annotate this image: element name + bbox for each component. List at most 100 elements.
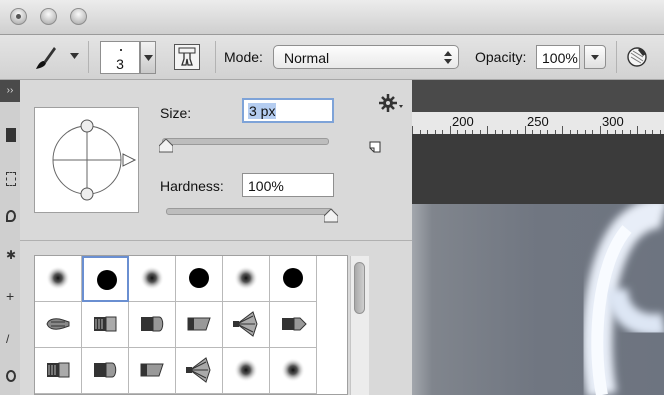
marquee-tool-icon[interactable] bbox=[6, 172, 16, 186]
size-slider-track[interactable] bbox=[162, 138, 329, 145]
panel-settings-button[interactable] bbox=[378, 92, 404, 114]
ruler-label: 200 bbox=[452, 114, 474, 129]
canvas-background bbox=[412, 134, 664, 204]
ruler-label: 300 bbox=[602, 114, 624, 129]
hard-round-brush-icon bbox=[270, 256, 316, 304]
ruler-tick bbox=[562, 126, 563, 134]
document-canvas-image[interactable] bbox=[412, 204, 664, 395]
soft-round-brush-icon bbox=[35, 256, 81, 304]
opacity-dropdown-button[interactable] bbox=[584, 45, 606, 69]
presets-scroll-thumb[interactable] bbox=[354, 262, 365, 314]
brush-preset-cell[interactable] bbox=[270, 302, 317, 348]
brush-preset-cell[interactable] bbox=[129, 256, 176, 302]
brush-tip-preview bbox=[120, 49, 122, 51]
blend-mode-value: Normal bbox=[284, 50, 330, 66]
brush-presets-grid bbox=[34, 255, 348, 395]
brush-angle-diagram bbox=[52, 119, 137, 201]
tools-panel-collapse-icon[interactable]: ›› bbox=[0, 80, 20, 102]
brush-tool-preset-button[interactable] bbox=[32, 41, 62, 73]
close-dot-icon bbox=[16, 14, 21, 19]
bristle-round-brush-icon bbox=[35, 302, 81, 350]
blend-mode-select[interactable]: Normal bbox=[273, 45, 459, 69]
brush-preset-cell[interactable] bbox=[176, 302, 223, 348]
bristle-flat-brush-icon bbox=[82, 302, 128, 350]
quick-select-tool-icon[interactable]: ✱ bbox=[6, 248, 16, 262]
bristle-fan-brush-icon bbox=[176, 348, 222, 394]
select-arrows-icon bbox=[444, 51, 452, 64]
ruler-tick bbox=[524, 126, 526, 134]
size-slider-thumb[interactable] bbox=[159, 139, 173, 153]
close-window-button[interactable] bbox=[10, 8, 27, 25]
ruler-tick bbox=[637, 126, 638, 134]
brush-preset-cell[interactable] bbox=[129, 348, 176, 394]
brush-preset-cell[interactable] bbox=[82, 256, 129, 302]
ruler-tick bbox=[412, 126, 413, 134]
hard-round-brush-icon bbox=[176, 256, 222, 304]
healing-tool-icon[interactable] bbox=[6, 370, 16, 382]
bristle-blunt-brush-icon bbox=[129, 302, 175, 350]
brush-preset-cell[interactable] bbox=[270, 348, 317, 394]
ruler-label: 250 bbox=[527, 114, 549, 129]
brush-preset-dropdown-button[interactable] bbox=[140, 41, 156, 74]
bristle-angle-brush-icon bbox=[129, 348, 175, 394]
brush-preset-cell[interactable] bbox=[176, 348, 223, 394]
bristle-flat-brush-icon bbox=[35, 348, 81, 394]
size-input[interactable]: 3 px bbox=[242, 98, 334, 123]
size-label: Size: bbox=[160, 105, 192, 121]
brush-angle-roundness-preview[interactable] bbox=[34, 107, 139, 213]
tools-panel: ›› ✱ + / bbox=[0, 80, 21, 395]
soft-round-brush-icon bbox=[129, 256, 175, 304]
brush-preset-cell[interactable] bbox=[223, 302, 270, 348]
zoom-window-button[interactable] bbox=[70, 8, 87, 25]
brush-preset-cell[interactable] bbox=[129, 302, 176, 348]
pressure-opacity-button[interactable] bbox=[624, 44, 650, 70]
brush-preset-picker-panel: Size: 3 px Hardness: 100% bbox=[20, 80, 413, 395]
ruler-tick bbox=[599, 126, 601, 134]
crop-tool-icon[interactable]: + bbox=[6, 288, 16, 304]
brush-preset-cell[interactable] bbox=[270, 256, 317, 302]
brush-preset-cell[interactable] bbox=[35, 302, 82, 348]
hardness-label: Hardness: bbox=[160, 178, 224, 194]
document-tab-strip bbox=[412, 80, 664, 112]
hardness-slider-track[interactable] bbox=[166, 208, 333, 215]
hardness-input[interactable]: 100% bbox=[242, 173, 334, 197]
size-value: 3 px bbox=[248, 103, 277, 119]
brush-preset-cell[interactable] bbox=[35, 348, 82, 394]
gear-icon bbox=[379, 94, 403, 112]
ruler-tick bbox=[487, 126, 488, 134]
soft-round-brush-icon bbox=[223, 348, 269, 394]
options-bar: 3 Mode: Normal Opacity: 100% bbox=[0, 35, 664, 80]
brush-panel-toggle-icon bbox=[178, 47, 196, 66]
opacity-label: Opacity: bbox=[475, 49, 527, 65]
hard-round-brush-icon bbox=[84, 258, 127, 306]
bristle-blunt-brush-icon bbox=[82, 348, 128, 394]
brush-preset-cell[interactable] bbox=[223, 256, 270, 302]
toggle-brush-panel-button[interactable] bbox=[174, 44, 200, 70]
eyedropper-tool-icon[interactable]: / bbox=[6, 332, 16, 346]
brush-preset-cell[interactable] bbox=[35, 256, 82, 302]
opacity-input[interactable]: 100% bbox=[536, 45, 580, 69]
new-preset-icon bbox=[369, 141, 381, 153]
lasso-tool-icon[interactable] bbox=[6, 210, 16, 222]
presets-scrollbar[interactable] bbox=[350, 256, 369, 395]
soft-round-brush-icon bbox=[223, 256, 269, 304]
bristle-fan-brush-icon bbox=[223, 302, 269, 350]
soft-round-brush-icon bbox=[270, 348, 316, 394]
move-tool-icon[interactable] bbox=[6, 128, 16, 142]
horizontal-ruler: 200 250 300 bbox=[412, 112, 664, 135]
brush-preset-cell[interactable] bbox=[82, 302, 129, 348]
ruler-tick bbox=[449, 126, 451, 134]
chevron-down-icon bbox=[144, 55, 153, 61]
bristle-angle-brush-icon bbox=[176, 302, 222, 350]
minimize-window-button[interactable] bbox=[40, 8, 57, 25]
brush-preset-picker[interactable]: 3 bbox=[100, 41, 140, 74]
create-new-preset-button[interactable] bbox=[366, 138, 384, 156]
chevron-down-icon[interactable] bbox=[70, 53, 79, 59]
brush-preset-cell[interactable] bbox=[82, 348, 129, 394]
brush-preset-cell[interactable] bbox=[176, 256, 223, 302]
hardness-slider-thumb[interactable] bbox=[324, 209, 338, 223]
brush-preset-cell[interactable] bbox=[223, 348, 270, 394]
panel-divider bbox=[20, 240, 412, 241]
hardness-value: 100% bbox=[248, 178, 284, 194]
brush-size-readout: 3 bbox=[116, 56, 124, 72]
